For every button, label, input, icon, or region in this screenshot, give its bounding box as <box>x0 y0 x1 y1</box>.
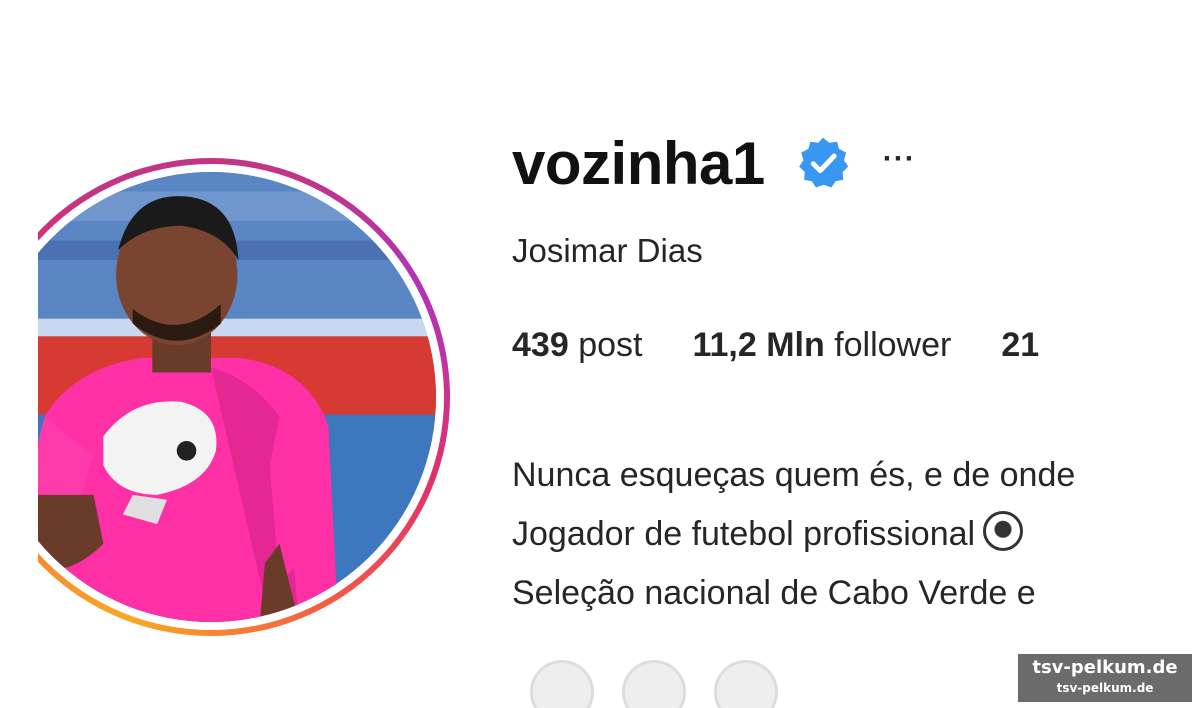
highlight-item[interactable] <box>622 660 686 708</box>
story-highlights <box>530 660 778 708</box>
followers-label: follower <box>834 326 952 364</box>
bio-line-2-text: Jogador de futebol profissional <box>512 515 976 553</box>
watermark-main: tsv-pelkum.de <box>1032 657 1178 678</box>
followers-count: 11,2 Mln <box>692 326 825 364</box>
username-row: vozinha1 ··· <box>512 128 916 198</box>
bio-line-3: Seleção nacional de Cabo Verde e <box>512 574 1036 612</box>
highlight-item[interactable] <box>530 660 594 708</box>
full-name: Josimar Dias <box>512 232 703 269</box>
profile-avatar[interactable] <box>0 172 436 622</box>
posts-count: 439 <box>512 326 569 364</box>
highlight-item[interactable] <box>714 660 778 708</box>
bio: Nunca esqueças quem és, e de onde Jogado… <box>512 446 1162 623</box>
following-count: 21 <box>1001 326 1040 364</box>
followers-stat[interactable]: 11,2 Mln follower <box>692 326 951 365</box>
username[interactable]: vozinha1 <box>512 129 765 198</box>
avatar-border <box>0 164 444 630</box>
profile-stats: 439 post 11,2 Mln follower 21 <box>512 326 1162 365</box>
following-stat[interactable]: 21 <box>1001 326 1039 365</box>
posts-stat[interactable]: 439 post <box>512 326 642 365</box>
verified-badge-icon <box>798 137 848 188</box>
posts-label: post <box>578 326 643 364</box>
bio-line-1: Nunca esqueças quem és, e de onde <box>512 456 1076 494</box>
story-ring[interactable] <box>0 158 450 636</box>
goalkeeper-photo <box>0 172 436 622</box>
soccer-ball-icon <box>983 511 1024 551</box>
watermark: tsv-pelkum.de tsv-pelkum.de <box>1018 654 1192 702</box>
more-options-button[interactable]: ··· <box>883 142 916 176</box>
watermark-sub: tsv-pelkum.de <box>1056 681 1154 695</box>
crop-edge <box>0 0 38 708</box>
bio-line-2: Jogador de futebol profissional <box>512 505 1162 564</box>
